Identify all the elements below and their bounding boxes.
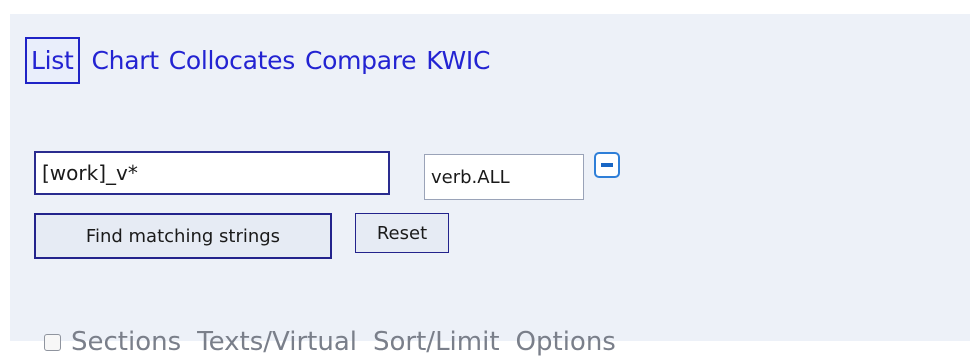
options-link[interactable]: Options bbox=[516, 329, 616, 355]
texts-virtual-link[interactable]: Texts/Virtual bbox=[197, 329, 357, 355]
sort-limit-link[interactable]: Sort/Limit bbox=[373, 329, 500, 355]
tab-list[interactable]: List bbox=[25, 36, 80, 84]
sections-checkbox[interactable] bbox=[44, 333, 61, 351]
view-tabs: List Chart Collocates Compare KWIC bbox=[25, 36, 500, 84]
word-query-input[interactable] bbox=[34, 151, 390, 195]
reset-button[interactable]: Reset bbox=[355, 213, 449, 253]
sections-link[interactable]: Sections bbox=[71, 329, 181, 355]
tab-collocates[interactable]: Collocates bbox=[169, 48, 296, 73]
find-matching-strings-button[interactable]: Find matching strings bbox=[34, 213, 332, 259]
minus-bar bbox=[601, 163, 613, 167]
tab-chart[interactable]: Chart bbox=[92, 48, 160, 73]
tab-kwic[interactable]: KWIC bbox=[426, 48, 490, 73]
options-row: Sections Texts/Virtual Sort/Limit Option… bbox=[44, 324, 632, 360]
search-panel: List Chart Collocates Compare KWIC Find … bbox=[10, 14, 970, 355]
tab-compare[interactable]: Compare bbox=[305, 48, 417, 73]
pos-input[interactable] bbox=[424, 154, 584, 200]
minus-icon[interactable] bbox=[594, 152, 620, 178]
